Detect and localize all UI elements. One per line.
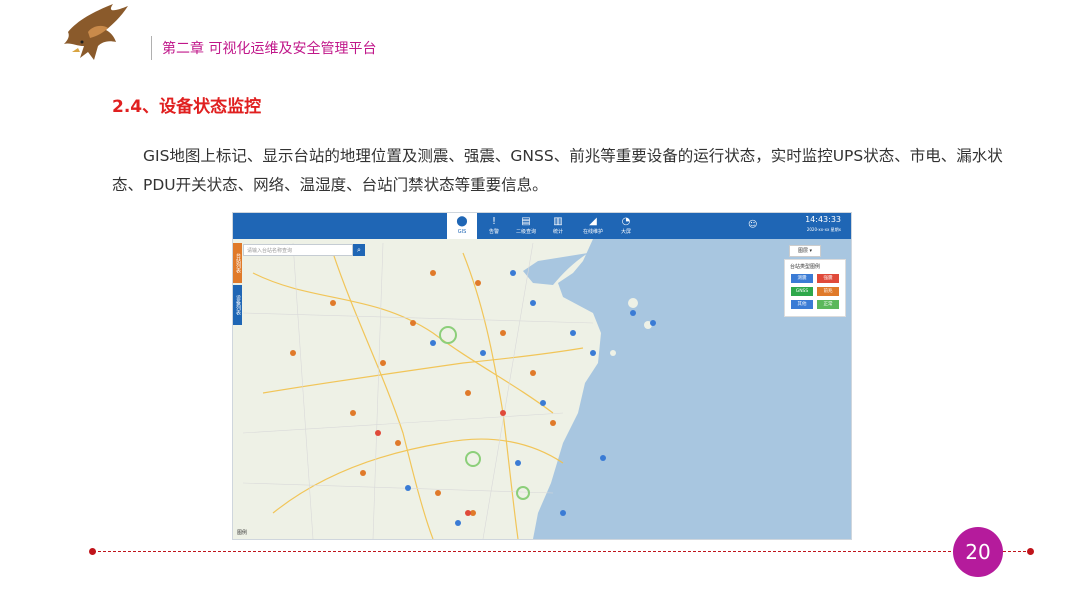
alert-icon: !	[491, 216, 496, 227]
platform-topbar: ⬤ GIS ! 告警 ▤ 二级查询 ▥ 统计 ◢ 在线维护 ◔ 大屏 ☺ 14:…	[233, 213, 851, 239]
gis-screenshot: ⬤ GIS ! 告警 ▤ 二级查询 ▥ 统计 ◢ 在线维护 ◔ 大屏 ☺ 14:…	[232, 212, 852, 540]
user-icon[interactable]: ☺	[748, 220, 757, 230]
legend-title: 台站类型图例	[790, 264, 821, 270]
sidetab-stations[interactable]: 台站列表	[233, 243, 242, 283]
map-corner-label: 图例	[237, 530, 248, 536]
header-divider	[151, 36, 152, 60]
footer-dashed-line	[93, 551, 1031, 552]
nav-maintenance[interactable]: ◢ 在线维护	[578, 213, 608, 239]
clock-time: 14:43:33	[805, 215, 841, 224]
legend-item[interactable]: GNSS	[791, 287, 813, 296]
page-number: 20	[953, 527, 1003, 577]
nav-dashboard[interactable]: ◔ 大屏	[611, 213, 641, 239]
clock: 14:43:33 2020-xx-xx 星期x	[805, 215, 841, 235]
search-icon[interactable]: ⌕	[353, 244, 365, 256]
footer-dot-right	[1027, 548, 1034, 555]
chart-icon: ▥	[553, 216, 563, 227]
section-heading: 2.4、设备状态监控	[112, 97, 262, 117]
legend-item[interactable]: 强震	[817, 274, 839, 283]
legend-item[interactable]: 测震	[791, 274, 813, 283]
legend-item[interactable]: 其他	[791, 300, 813, 309]
chapter-title: 第二章 可视化运维及安全管理平台	[162, 41, 377, 57]
nav-alert[interactable]: ! 告警	[479, 213, 509, 239]
sidetab-devices[interactable]: 设备列表	[233, 285, 242, 325]
map-background	[233, 213, 851, 539]
legend-item[interactable]: 正常	[817, 300, 839, 309]
gauge-icon: ◔	[621, 216, 631, 227]
clock-date: 2020-xx-xx 星期x	[806, 227, 841, 232]
legend-item[interactable]: 前兆	[817, 287, 839, 296]
eagle-logo	[64, 4, 128, 60]
nav-gis[interactable]: ⬤ GIS	[447, 213, 477, 239]
shoe-icon: ◢	[589, 216, 597, 227]
nav-query[interactable]: ▤ 二级查询	[511, 213, 541, 239]
section-paragraph: GIS地图上标记、显示台站的地理位置及测震、强震、GNSS、前兆等重要设备的运行…	[112, 147, 1003, 194]
legend-panel: 台站类型图例 测震 强震 GNSS 前兆 其他 正常	[784, 259, 846, 317]
layers-dropdown[interactable]: 图层 ▾	[789, 245, 821, 257]
footer-dot-left	[89, 548, 96, 555]
query-icon: ▤	[521, 216, 531, 227]
station-search-input[interactable]: 请输入台站名称查询	[243, 244, 353, 256]
nav-stats[interactable]: ▥ 统计	[543, 213, 573, 239]
map-pin-icon: ⬤	[456, 216, 468, 227]
